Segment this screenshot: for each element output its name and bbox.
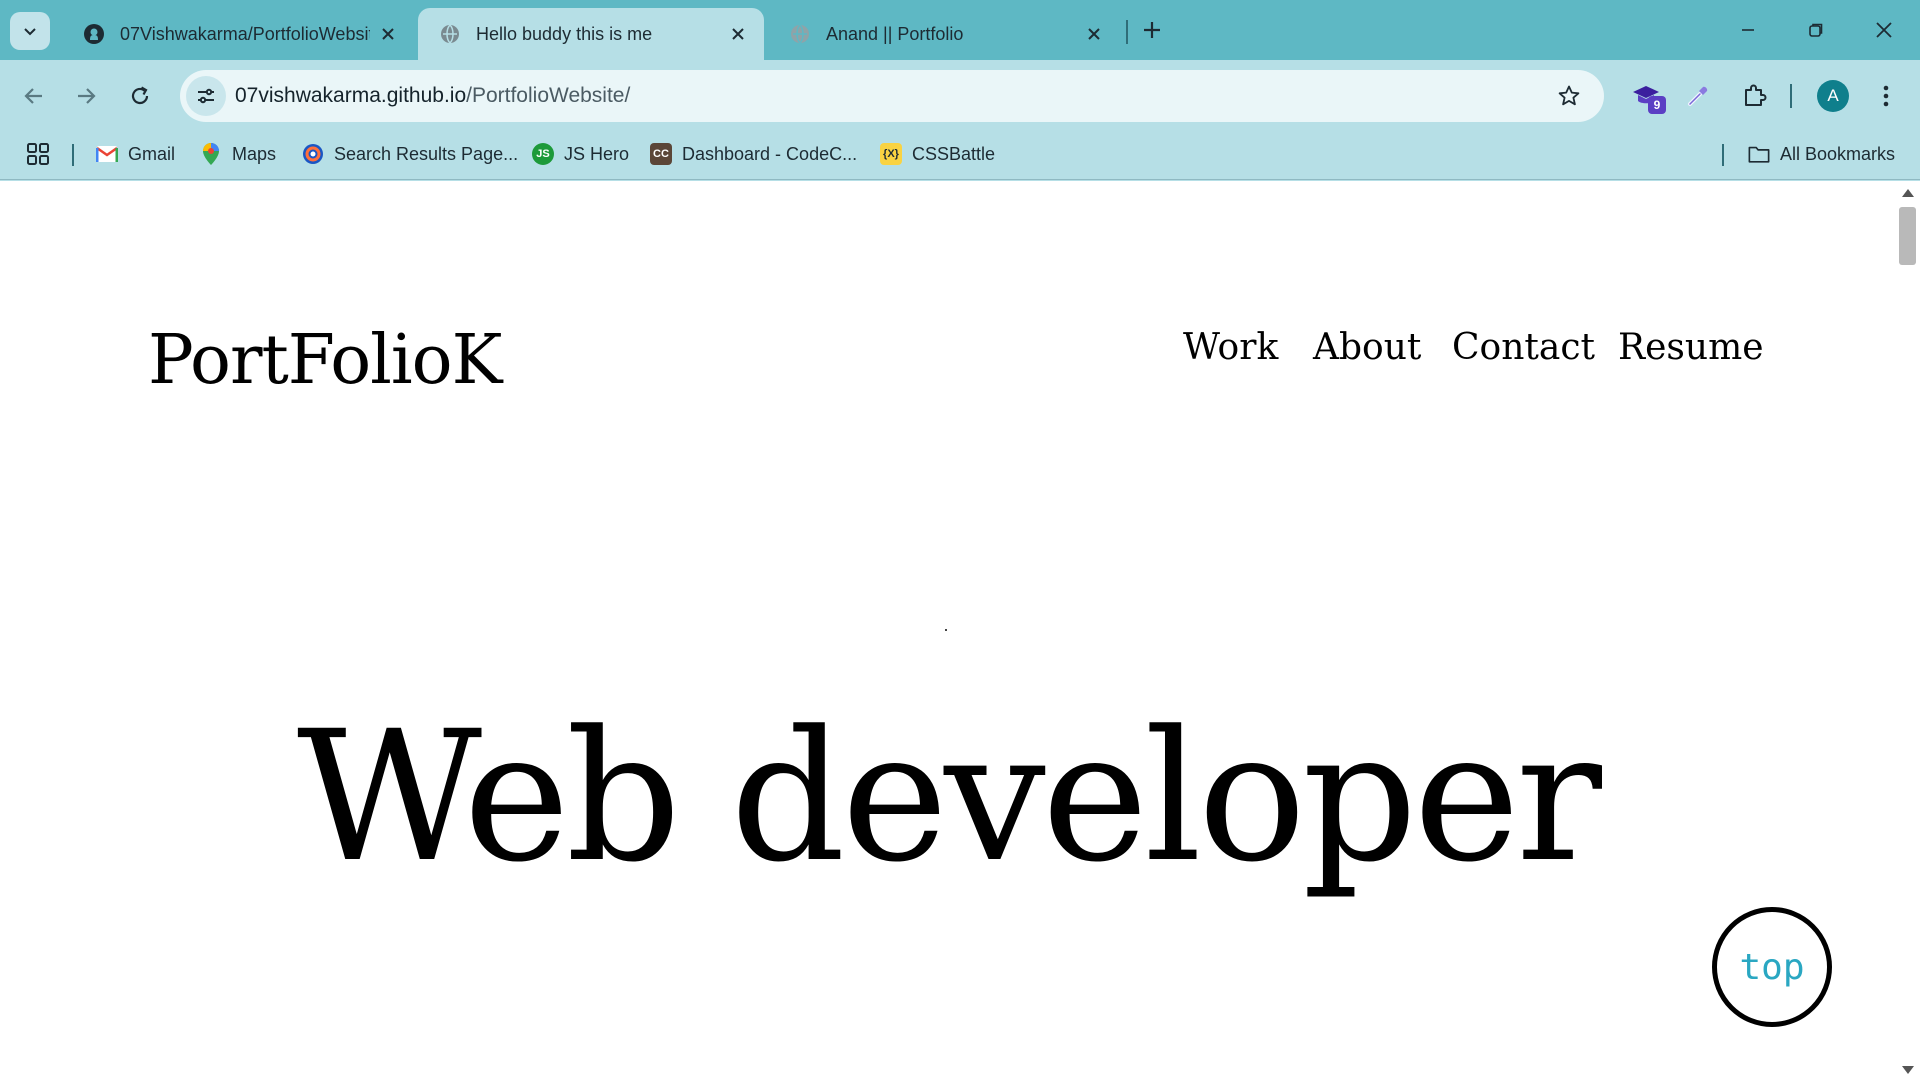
address-bar[interactable]: 07vishwakarma.github.io/PortfolioWebsite… — [180, 70, 1604, 122]
gmail-icon — [96, 143, 118, 165]
color-picker-extension-button[interactable] — [1678, 76, 1718, 116]
close-tab-icon[interactable] — [376, 22, 400, 46]
decorative-dot — [945, 629, 947, 631]
more-vert-icon — [1883, 85, 1889, 107]
bookmark-codechef[interactable]: CC Dashboard - CodeC... — [650, 138, 857, 170]
all-bookmarks-button[interactable]: All Bookmarks — [1748, 138, 1895, 170]
tab-github[interactable]: 07Vishwakarma/PortfolioWebsite — [62, 8, 414, 60]
bookmarks-bar: Gmail Maps Search Results Page... JS JS … — [0, 130, 1920, 180]
scrollbar-thumb[interactable] — [1899, 207, 1916, 265]
forward-button[interactable] — [66, 76, 106, 116]
nav-link-resume[interactable]: Resume — [1618, 327, 1764, 368]
scroll-up-arrow-icon[interactable] — [1902, 189, 1914, 197]
minimize-button[interactable] — [1726, 12, 1770, 48]
tab-title: Hello buddy this is me — [476, 23, 653, 44]
puzzle-icon — [1745, 84, 1767, 106]
bookmark-maps[interactable]: Maps — [200, 138, 276, 170]
minimize-icon — [1742, 29, 1754, 31]
maps-icon — [200, 143, 222, 165]
chevron-down-icon — [24, 28, 36, 36]
folder-icon — [1748, 143, 1770, 165]
site-info-button[interactable] — [186, 76, 226, 116]
bookmarks-separator — [1722, 144, 1724, 166]
tab-title: Anand || Portfolio — [826, 23, 964, 44]
nav-link-contact[interactable]: Contact — [1452, 327, 1595, 368]
plus-icon — [1144, 22, 1160, 38]
bookmark-label: Dashboard - CodeC... — [682, 143, 858, 164]
url-path: /PortfolioWebsite/ — [466, 84, 631, 107]
bookmark-label: Search Results Page... — [334, 143, 519, 164]
extension-badge: 9 — [1648, 96, 1666, 114]
page-viewport: PortFolioK Work About Contact Resume Web… — [0, 181, 1895, 1080]
scroll-down-arrow-icon[interactable] — [1902, 1066, 1914, 1074]
browser-menu-button[interactable] — [1866, 76, 1906, 116]
tab-strip: 07Vishwakarma/PortfolioWebsite Hello bud… — [0, 0, 1920, 60]
back-button[interactable] — [14, 76, 54, 116]
github-icon — [82, 22, 106, 46]
tab-search-button[interactable] — [10, 12, 50, 50]
globe-icon — [788, 22, 812, 46]
tab-separator — [1126, 20, 1128, 44]
bookmark-search-results[interactable]: Search Results Page... — [302, 138, 518, 170]
toolbar-divider — [1790, 84, 1792, 108]
hero-title: Web developer — [297, 693, 1602, 902]
search-results-icon — [302, 143, 324, 165]
profile-avatar[interactable]: A — [1817, 80, 1849, 112]
tab-anand-portfolio[interactable]: Anand || Portfolio — [768, 8, 1120, 60]
apps-grid-icon — [27, 143, 49, 165]
bookmark-label: JS Hero — [564, 143, 630, 164]
close-tab-icon[interactable] — [1082, 22, 1106, 46]
page-scrollbar[interactable] — [1895, 181, 1920, 1080]
bookmarks-separator — [72, 144, 74, 166]
globe-icon — [438, 22, 462, 46]
bookmark-label: Gmail — [128, 143, 176, 164]
url-text: 07vishwakarma.github.io/PortfolioWebsite… — [235, 84, 630, 108]
bookmark-js-hero[interactable]: JS JS Hero — [532, 138, 629, 170]
bookmark-gmail[interactable]: Gmail — [96, 138, 175, 170]
site-logo[interactable]: PortFolioK — [148, 321, 502, 400]
arrow-left-icon — [24, 88, 42, 104]
close-window-button[interactable] — [1862, 12, 1906, 48]
codechef-icon: CC — [650, 143, 672, 165]
close-icon — [1876, 22, 1892, 38]
restore-icon — [1809, 23, 1823, 37]
arrow-right-icon — [78, 88, 96, 104]
scroll-to-top-button[interactable]: top — [1712, 907, 1832, 1027]
new-tab-button[interactable] — [1138, 14, 1166, 46]
all-bookmarks-label: All Bookmarks — [1780, 143, 1896, 164]
bookmark-cssbattle[interactable]: {X} CSSBattle — [880, 138, 995, 170]
apps-button[interactable] — [26, 138, 50, 170]
restore-button[interactable] — [1794, 12, 1838, 48]
nav-link-work[interactable]: Work — [1183, 327, 1278, 368]
reload-icon — [131, 86, 149, 105]
url-host: 07vishwakarma.github.io — [235, 84, 467, 107]
reload-button[interactable] — [120, 76, 160, 116]
tune-icon — [198, 88, 214, 104]
nav-link-about[interactable]: About — [1313, 327, 1421, 368]
close-tab-icon[interactable] — [726, 22, 750, 46]
bookmark-label: CSSBattle — [912, 143, 996, 164]
tab-hello-buddy[interactable]: Hello buddy this is me — [418, 8, 764, 60]
bookmark-label: Maps — [232, 143, 277, 164]
extension-button[interactable]: 9 — [1626, 76, 1666, 116]
extensions-button[interactable] — [1734, 76, 1774, 116]
eyedropper-icon — [1688, 86, 1708, 106]
js-hero-icon: JS — [532, 143, 554, 165]
bookmark-star-icon[interactable] — [1556, 83, 1582, 109]
cssbattle-icon: {X} — [880, 143, 902, 165]
tab-title: 07Vishwakarma/PortfolioWebsite — [120, 23, 370, 44]
